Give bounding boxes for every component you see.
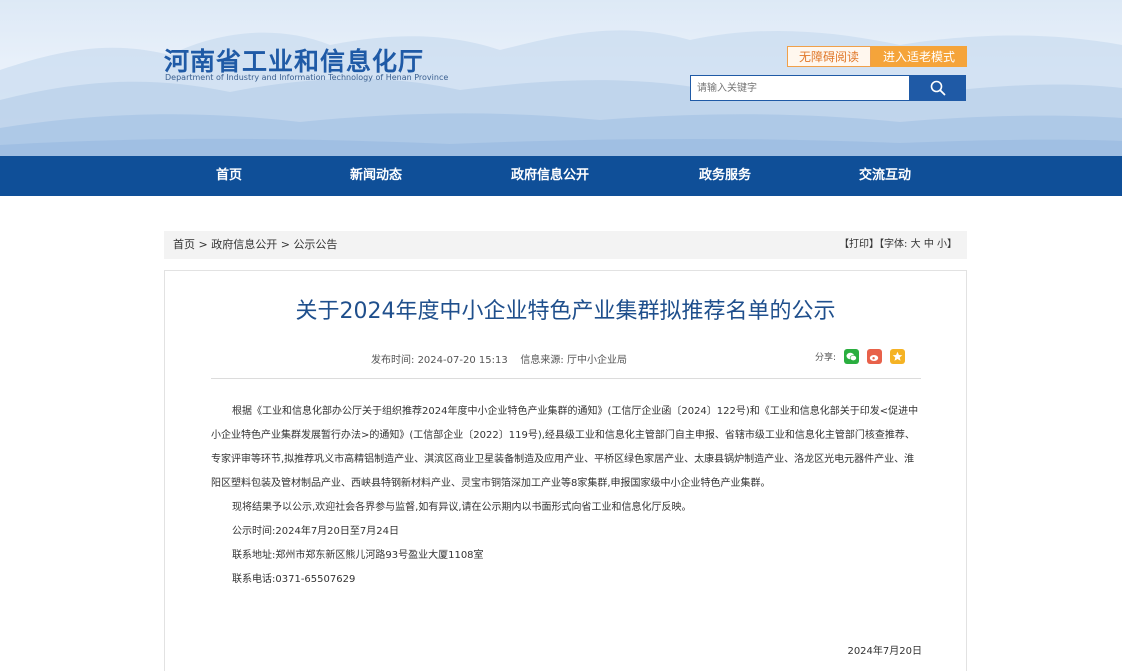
font-small-link[interactable]: 小	[937, 239, 947, 250]
search-button[interactable]	[909, 75, 966, 101]
article-paragraph: 根据《工业和信息化部办公厅关于组织推荐2024年度中小企业特色产业集群的通知》(…	[211, 406, 919, 489]
article-sign-date: 2024年7月20日	[847, 646, 922, 657]
contact-phone: 联系电话:0371-65507629	[232, 574, 356, 585]
site-subtitle: Department of Industry and Information T…	[165, 73, 449, 82]
nav-item-services[interactable]: 政务服务	[699, 156, 751, 196]
weibo-icon[interactable]	[867, 349, 883, 364]
accessibility-reading-button[interactable]: 无障碍阅读	[787, 46, 871, 67]
search-input[interactable]	[690, 75, 910, 101]
breadcrumb-bar: 首页 > 政府信息公开 > 公示公告 【打印】【字体: 大 中 小】	[164, 231, 967, 259]
source-label: 信息来源:	[520, 355, 564, 366]
elder-mode-button[interactable]: 进入适老模式	[871, 46, 967, 67]
font-medium-link[interactable]: 中	[924, 239, 934, 250]
publish-time-label: 发布时间:	[371, 355, 415, 366]
breadcrumb-separator: >	[277, 238, 294, 251]
breadcrumb-notices[interactable]: 公示公告	[293, 238, 337, 251]
nav-item-gov-info[interactable]: 政府信息公开	[511, 156, 589, 196]
publish-time: 2024-07-20 15:13	[417, 355, 508, 366]
share-bar: 分享:	[815, 349, 906, 364]
article-tools: 【打印】【字体: 大 中 小】	[839, 231, 957, 259]
qzone-icon[interactable]	[890, 349, 906, 364]
breadcrumb-separator: >	[195, 238, 212, 251]
site-header: 河南省工业和信息化厅 Department of Industry and In…	[0, 0, 1122, 156]
source-value: 厅中小企业局	[566, 355, 627, 366]
article-paragraph: 现将结果予以公示,欢迎社会各界参与监督,如有异议,请在公示期内以书面形式向省工业…	[232, 502, 692, 513]
print-link[interactable]: 【打印】	[839, 239, 879, 250]
nav-item-home[interactable]: 首页	[216, 156, 242, 196]
article-title: 关于2024年度中小企业特色产业集群拟推荐名单的公示	[295, 299, 836, 324]
wechat-icon[interactable]	[844, 349, 860, 364]
breadcrumb: 首页 > 政府信息公开 > 公示公告	[173, 231, 337, 259]
search-icon	[930, 80, 945, 96]
article-meta: 发布时间: 2024-07-20 15:13 信息来源: 厅中小企业局	[371, 351, 627, 366]
main-nav: 首页 新闻动态 政府信息公开 政务服务 交流互动	[0, 156, 1122, 196]
font-large-link[interactable]: 大	[911, 239, 921, 250]
font-size-label: 【字体:	[879, 239, 908, 250]
article-container: 关于2024年度中小企业特色产业集群拟推荐名单的公示 发布时间: 2024-07…	[164, 270, 967, 671]
breadcrumb-home[interactable]: 首页	[173, 238, 195, 251]
nav-item-interaction[interactable]: 交流互动	[859, 156, 911, 196]
article-body: 根据《工业和信息化部办公厅关于组织推荐2024年度中小企业特色产业集群的通知》(…	[211, 400, 921, 592]
share-label: 分享:	[815, 353, 837, 363]
nav-item-news[interactable]: 新闻动态	[350, 156, 402, 196]
publicity-period: 公示时间:2024年7月20日至7月24日	[232, 526, 399, 537]
font-size-close: 】	[947, 239, 957, 250]
article-divider	[211, 378, 921, 379]
contact-address: 联系地址:郑州市郑东新区熊儿河路93号盈业大厦1108室	[232, 550, 484, 561]
breadcrumb-gov-info[interactable]: 政府信息公开	[211, 238, 277, 251]
